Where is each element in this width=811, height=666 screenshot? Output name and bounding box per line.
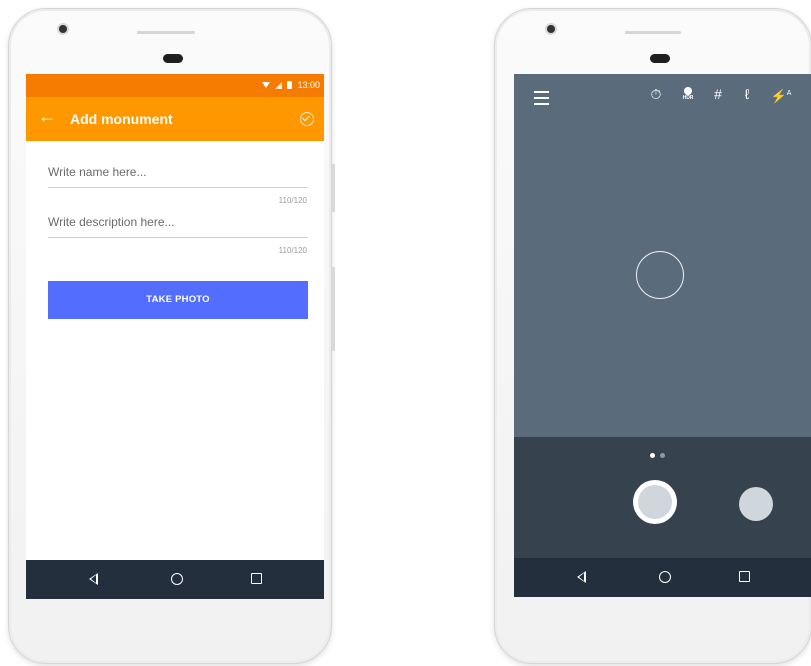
description-input[interactable] [48, 215, 308, 229]
page-dot [660, 453, 665, 458]
description-counter: 110/120 [278, 246, 307, 255]
mode-page-indicator [650, 453, 665, 458]
back-icon[interactable] [577, 571, 586, 583]
wifi-icon [262, 82, 271, 88]
shutter-button[interactable] [633, 480, 677, 524]
name-field[interactable] [48, 163, 308, 188]
focus-ring [636, 251, 684, 299]
navigation-bar [514, 558, 811, 597]
power-button [332, 267, 335, 351]
hdr-icon[interactable]: HDR [681, 87, 695, 103]
status-time: 13:00 [297, 80, 320, 90]
battery-icon [287, 81, 293, 89]
back-icon[interactable] [89, 573, 98, 585]
page-title: Add monument [70, 111, 173, 127]
take-photo-button[interactable]: TAKE PHOTO [48, 281, 308, 319]
phone-left: 13:00 ← Add monument 110/120 110/120 TAK… [8, 8, 335, 664]
white-balance-icon[interactable]: ℓ [742, 86, 752, 102]
recents-icon[interactable] [251, 573, 262, 584]
front-camera [59, 25, 67, 33]
page-dot [650, 453, 655, 458]
name-counter: 110/120 [278, 196, 307, 205]
home-icon[interactable] [171, 573, 183, 585]
home-icon[interactable] [659, 571, 671, 583]
phone-right: ⏱ HDR # ℓ ⚡A [494, 8, 811, 664]
speaker-grille [137, 31, 195, 34]
signal-icon [275, 81, 283, 89]
status-bar: 13:00 [26, 74, 324, 97]
camera-viewfinder[interactable]: ⏱ HDR # ℓ ⚡A [514, 74, 811, 437]
recents-icon[interactable] [739, 571, 750, 582]
navigation-bar [26, 560, 324, 599]
flash-auto-label: A [786, 90, 792, 97]
grid-icon[interactable]: # [710, 86, 726, 102]
hdr-label: HDR [682, 95, 694, 101]
menu-icon[interactable] [534, 91, 549, 105]
earpiece [163, 54, 183, 63]
camera-screen: ⏱ HDR # ℓ ⚡A [514, 74, 811, 597]
volume-button [332, 164, 335, 212]
flash-auto-icon[interactable]: ⚡A [770, 86, 792, 104]
timer-icon[interactable]: ⏱ [648, 86, 664, 102]
arrow-left-icon[interactable]: ← [38, 106, 56, 127]
earpiece [650, 54, 670, 63]
camera-controls [514, 437, 811, 558]
check-circle-icon[interactable] [300, 112, 314, 126]
name-input[interactable] [48, 165, 308, 179]
gallery-thumbnail[interactable] [739, 487, 773, 521]
camera-toolbar: ⏱ HDR # ℓ ⚡A [514, 74, 811, 118]
add-monument-screen: 13:00 ← Add monument 110/120 110/120 TAK… [26, 74, 324, 599]
description-field[interactable] [48, 213, 308, 238]
front-camera [547, 25, 555, 33]
app-bar: ← Add monument [26, 97, 324, 141]
speaker-grille [625, 31, 681, 34]
